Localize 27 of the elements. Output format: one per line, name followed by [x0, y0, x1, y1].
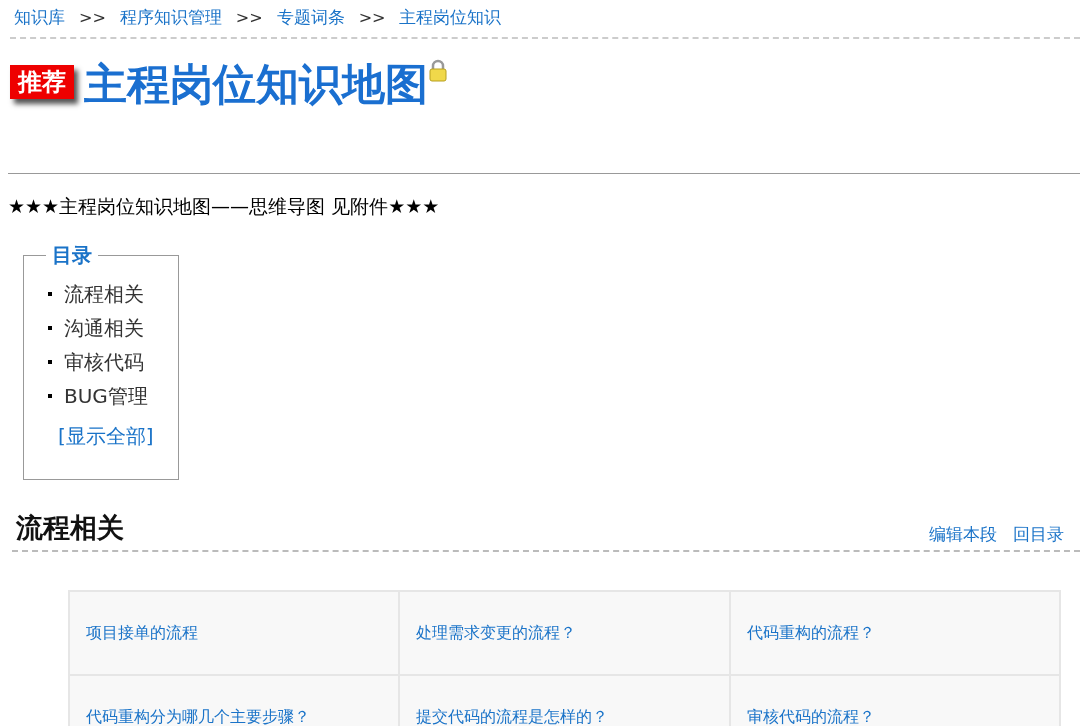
toc-item[interactable]: BUG管理	[64, 382, 148, 410]
breadcrumb-link[interactable]: 专题词条	[276, 6, 345, 29]
bullet-icon	[48, 394, 52, 398]
table-cell[interactable]: 处理需求变更的流程？	[399, 591, 730, 675]
section-link[interactable]: 编辑本段	[929, 523, 997, 546]
page-title: 主程岗位知识地图	[84, 61, 428, 109]
table-cell[interactable]: 项目接单的流程	[69, 591, 400, 675]
toc-item[interactable]: 沟通相关	[64, 314, 144, 342]
summary-text: ★★★主程岗位知识地图——思维导图 见附件★★★	[8, 194, 441, 219]
recommend-badge: 推荐	[10, 65, 74, 99]
breadcrumb-link[interactable]: 程序知识管理	[119, 6, 222, 29]
breadcrumb-separator: >>	[235, 8, 263, 27]
bullet-icon	[48, 360, 52, 364]
breadcrumb-separator: >>	[358, 8, 386, 27]
toc-item[interactable]: 流程相关	[64, 280, 144, 308]
breadcrumb-separator: >>	[79, 8, 106, 27]
bullet-icon	[48, 326, 52, 330]
toc-title: 目录	[51, 242, 93, 269]
show-all-link[interactable]: [显示全部]	[58, 423, 178, 450]
breadcrumb-link[interactable]: 主程岗位知识	[399, 6, 502, 29]
section-link[interactable]: 回目录	[1013, 523, 1064, 546]
toc-item[interactable]: 审核代码	[64, 348, 144, 376]
bullet-icon	[48, 292, 52, 296]
table-cell[interactable]: 代码重构分为哪几个主要步骤？	[69, 675, 400, 726]
breadcrumb-link[interactable]: 知识库	[14, 6, 65, 29]
table-cell[interactable]: 代码重构的流程？	[729, 591, 1060, 675]
section-title: 流程相关	[16, 511, 125, 545]
